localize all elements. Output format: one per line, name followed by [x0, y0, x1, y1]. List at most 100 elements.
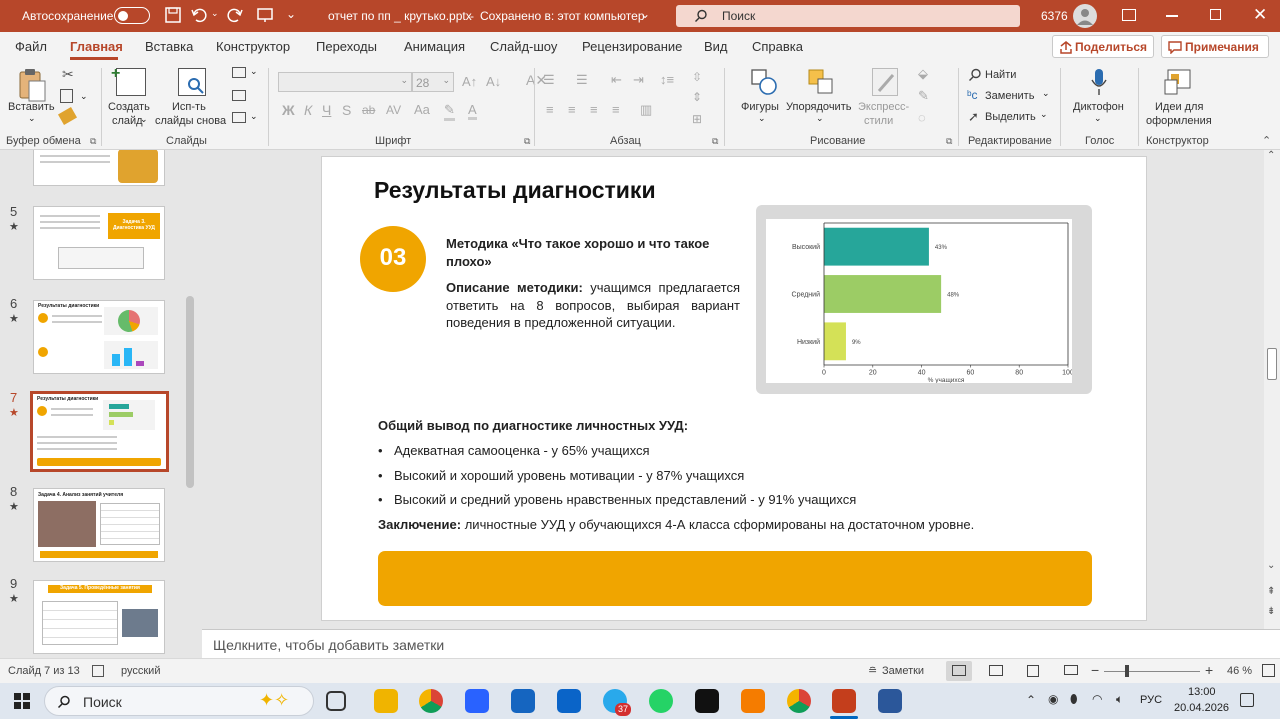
designer-icon[interactable]: [1164, 68, 1192, 96]
telegram-icon[interactable]: 37: [603, 689, 631, 716]
slide-thumbnail-5[interactable]: Задача 3. Диагностика УУД: [33, 206, 165, 280]
paste-label[interactable]: Вставить: [8, 100, 55, 114]
select-dropdown-icon[interactable]: ⌄: [1040, 109, 1048, 120]
font-size-dropdown-icon[interactable]: ⌄: [442, 75, 450, 86]
char-spacing-icon[interactable]: AV: [386, 103, 401, 117]
notifications-icon[interactable]: [1240, 693, 1254, 707]
justify-icon[interactable]: ≡: [612, 102, 620, 117]
tab-slideshow[interactable]: Слайд-шоу: [490, 39, 557, 54]
text-direction-icon[interactable]: ⇳: [692, 70, 702, 84]
canvas-scrollbar[interactable]: ⌃ ⌄ ⇞ ⇟: [1264, 150, 1280, 629]
undo-dropdown-icon[interactable]: ⌄: [211, 8, 219, 19]
new-slide-label-1[interactable]: Создать: [108, 100, 150, 114]
bullets-icon[interactable]: ☰: [543, 72, 555, 88]
italic-icon[interactable]: К: [304, 102, 312, 118]
arrange-icon[interactable]: [807, 68, 833, 94]
numbering-icon[interactable]: ☰: [576, 72, 588, 88]
designer-label-1[interactable]: Идеи для: [1155, 100, 1203, 114]
normal-view-button[interactable]: [946, 661, 972, 681]
zoom-slider-thumb[interactable]: [1125, 665, 1129, 677]
notes-placeholder[interactable]: Щелкните, чтобы добавить заметки: [213, 637, 444, 653]
shapes-dropdown-icon[interactable]: ⌄: [758, 113, 766, 124]
reading-view-icon[interactable]: [1027, 665, 1039, 677]
store-icon[interactable]: [465, 689, 489, 713]
clipboard-launcher-icon[interactable]: ⧉: [90, 136, 96, 147]
qat-customize-icon[interactable]: ⌄: [286, 7, 296, 21]
slide-thumbnail-9[interactable]: Задача 5. Проведённые занятия: [33, 580, 165, 654]
quick-styles-label-2[interactable]: стили: [864, 114, 893, 128]
quick-styles-label-1[interactable]: Экспресс-: [858, 100, 909, 114]
line-spacing-icon[interactable]: ↕≡: [660, 72, 674, 87]
paragraph-launcher-icon[interactable]: ⧉: [712, 136, 718, 147]
reuse-slides-icon[interactable]: [178, 68, 206, 96]
tray-overflow-icon[interactable]: ⌃: [1026, 693, 1036, 707]
powerpoint-icon[interactable]: [832, 689, 856, 713]
highlight-icon[interactable]: ✎: [444, 102, 455, 121]
align-left-icon[interactable]: ≡: [546, 102, 554, 117]
share-button[interactable]: Поделиться: [1052, 35, 1154, 58]
font-name-field[interactable]: ⌄: [278, 72, 412, 92]
shadow-icon[interactable]: S: [342, 102, 351, 118]
reset-icon[interactable]: [232, 90, 246, 101]
slide-thumbnail-7-active[interactable]: Результаты диагностики: [30, 391, 169, 472]
dictate-dropdown-icon[interactable]: ⌄: [1094, 113, 1102, 124]
tab-design[interactable]: Конструктор: [216, 39, 290, 54]
align-center-icon[interactable]: ≡: [568, 102, 576, 117]
tab-animations[interactable]: Анимация: [404, 39, 465, 54]
word-icon[interactable]: [878, 689, 902, 713]
increase-indent-icon[interactable]: ⇥: [633, 72, 644, 88]
tab-view[interactable]: Вид: [704, 39, 728, 54]
close-icon[interactable]: ✕: [1253, 5, 1267, 25]
shapes-label[interactable]: Фигуры: [741, 100, 779, 114]
chart-frame[interactable]: Высокий 43% Средний 48% Низкий 9% 0 20 40 60 80 100…: [756, 205, 1092, 394]
tab-help[interactable]: Справка: [752, 39, 803, 54]
footer-banner[interactable]: [378, 551, 1092, 606]
shape-outline-icon[interactable]: ✎: [918, 88, 929, 104]
section-dropdown-icon[interactable]: ⌄: [250, 111, 258, 122]
arrange-dropdown-icon[interactable]: ⌄: [816, 113, 824, 124]
increase-font-icon[interactable]: A↑: [462, 74, 477, 89]
columns-icon[interactable]: ▥: [640, 102, 652, 118]
tab-file[interactable]: Файл: [15, 39, 47, 54]
keyboard-language[interactable]: РУС: [1140, 694, 1162, 706]
canvas-scroll-thumb[interactable]: [1267, 348, 1277, 380]
reuse-label-1[interactable]: Исп-ть: [172, 100, 206, 114]
smartart-icon[interactable]: ⊞: [692, 112, 702, 126]
task-view-icon[interactable]: [326, 691, 346, 711]
decrease-indent-icon[interactable]: ⇤: [611, 72, 622, 88]
file-explorer-icon[interactable]: [374, 689, 398, 713]
save-status-chevron-icon[interactable]: ⌄: [640, 7, 650, 21]
previous-slide-icon[interactable]: ⇞: [1267, 586, 1275, 597]
zoom-slider[interactable]: [1104, 671, 1200, 672]
font-size-field[interactable]: 28 ⌄: [412, 72, 454, 92]
select-label[interactable]: Выделить: [985, 110, 1036, 124]
align-text-icon[interactable]: ⇕: [692, 90, 702, 104]
dictate-label[interactable]: Диктофон: [1073, 100, 1124, 114]
slide-sorter-icon[interactable]: [989, 665, 1003, 676]
new-slide-dropdown-icon[interactable]: ⌄: [140, 114, 148, 125]
collapse-ribbon-icon[interactable]: ⌃: [1262, 134, 1271, 147]
tray-icon[interactable]: ◉: [1048, 692, 1058, 706]
app-icon[interactable]: [695, 689, 719, 713]
select-icon[interactable]: ➚: [968, 109, 979, 125]
thumbnails-scrollbar[interactable]: [183, 150, 197, 490]
present-from-start-icon[interactable]: [256, 6, 274, 24]
dictate-icon[interactable]: [1090, 68, 1108, 96]
new-slide-label-2[interactable]: слайд: [112, 114, 143, 128]
decrease-font-icon[interactable]: A↓: [486, 74, 501, 89]
font-color-icon[interactable]: A: [468, 102, 477, 120]
paste-icon[interactable]: [16, 68, 48, 102]
zoom-level[interactable]: 46 %: [1227, 665, 1252, 677]
find-label[interactable]: Найти: [985, 68, 1016, 82]
layout-icon[interactable]: [232, 67, 246, 78]
search-box[interactable]: Поиск: [676, 5, 1020, 27]
summary-bullet-1[interactable]: Адекватная самооценка - у 65% учащихся: [394, 443, 650, 458]
ribbon-display-icon[interactable]: [1122, 9, 1136, 21]
bold-icon[interactable]: Ж: [282, 102, 295, 118]
align-right-icon[interactable]: ≡: [590, 102, 598, 117]
tab-transitions[interactable]: Переходы: [316, 39, 377, 54]
designer-label-2[interactable]: оформления: [1146, 114, 1212, 128]
thumbnails-scroll-thumb[interactable]: [186, 296, 194, 488]
quick-styles-icon[interactable]: [872, 68, 898, 96]
fit-to-window-icon[interactable]: [1262, 664, 1275, 677]
